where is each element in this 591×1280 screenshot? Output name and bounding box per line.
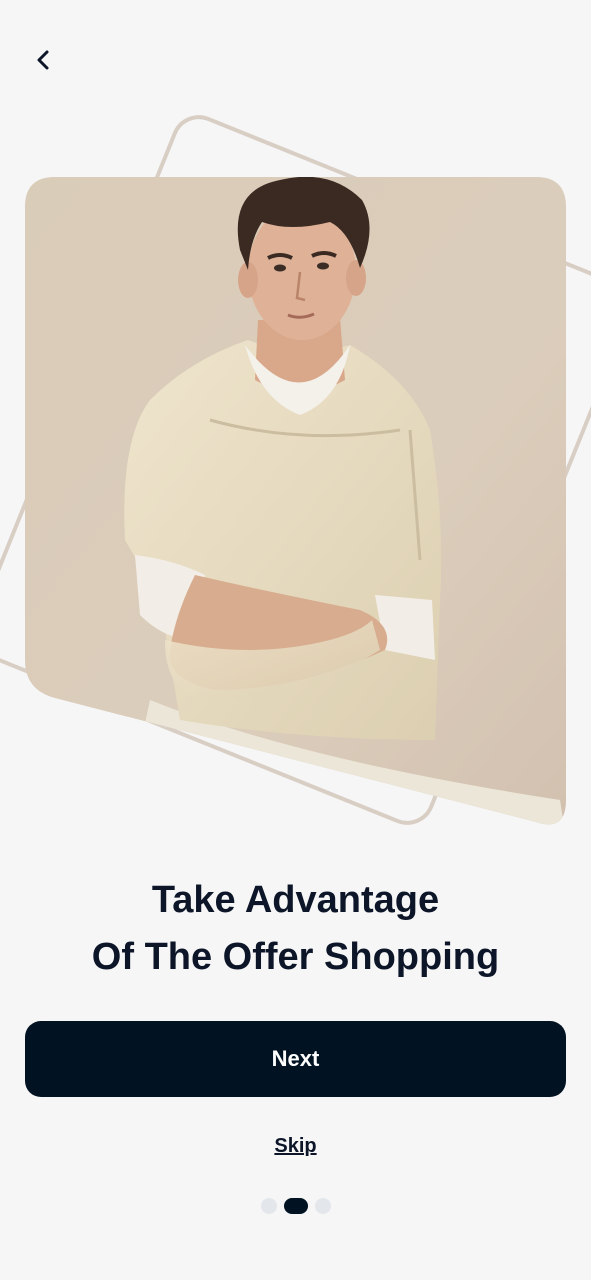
page-dot-1 [260, 1198, 277, 1214]
page-dot-3 [314, 1198, 331, 1214]
title-line-2: Of The Offer Shopping [91, 936, 500, 978]
page-dot-2-active [283, 1198, 308, 1214]
page-indicator [0, 1197, 591, 1215]
hero-illustration [0, 100, 591, 840]
title-line-1: Take Advantage [151, 879, 440, 921]
onboarding-title: Take Advantage Of The Offer Shopping [0, 872, 591, 986]
back-button[interactable] [24, 40, 64, 80]
chevron-left-icon [37, 50, 49, 70]
hero-photo [25, 177, 566, 825]
skip-link[interactable]: Skip [0, 1135, 591, 1158]
next-button[interactable]: Next [25, 1021, 566, 1097]
